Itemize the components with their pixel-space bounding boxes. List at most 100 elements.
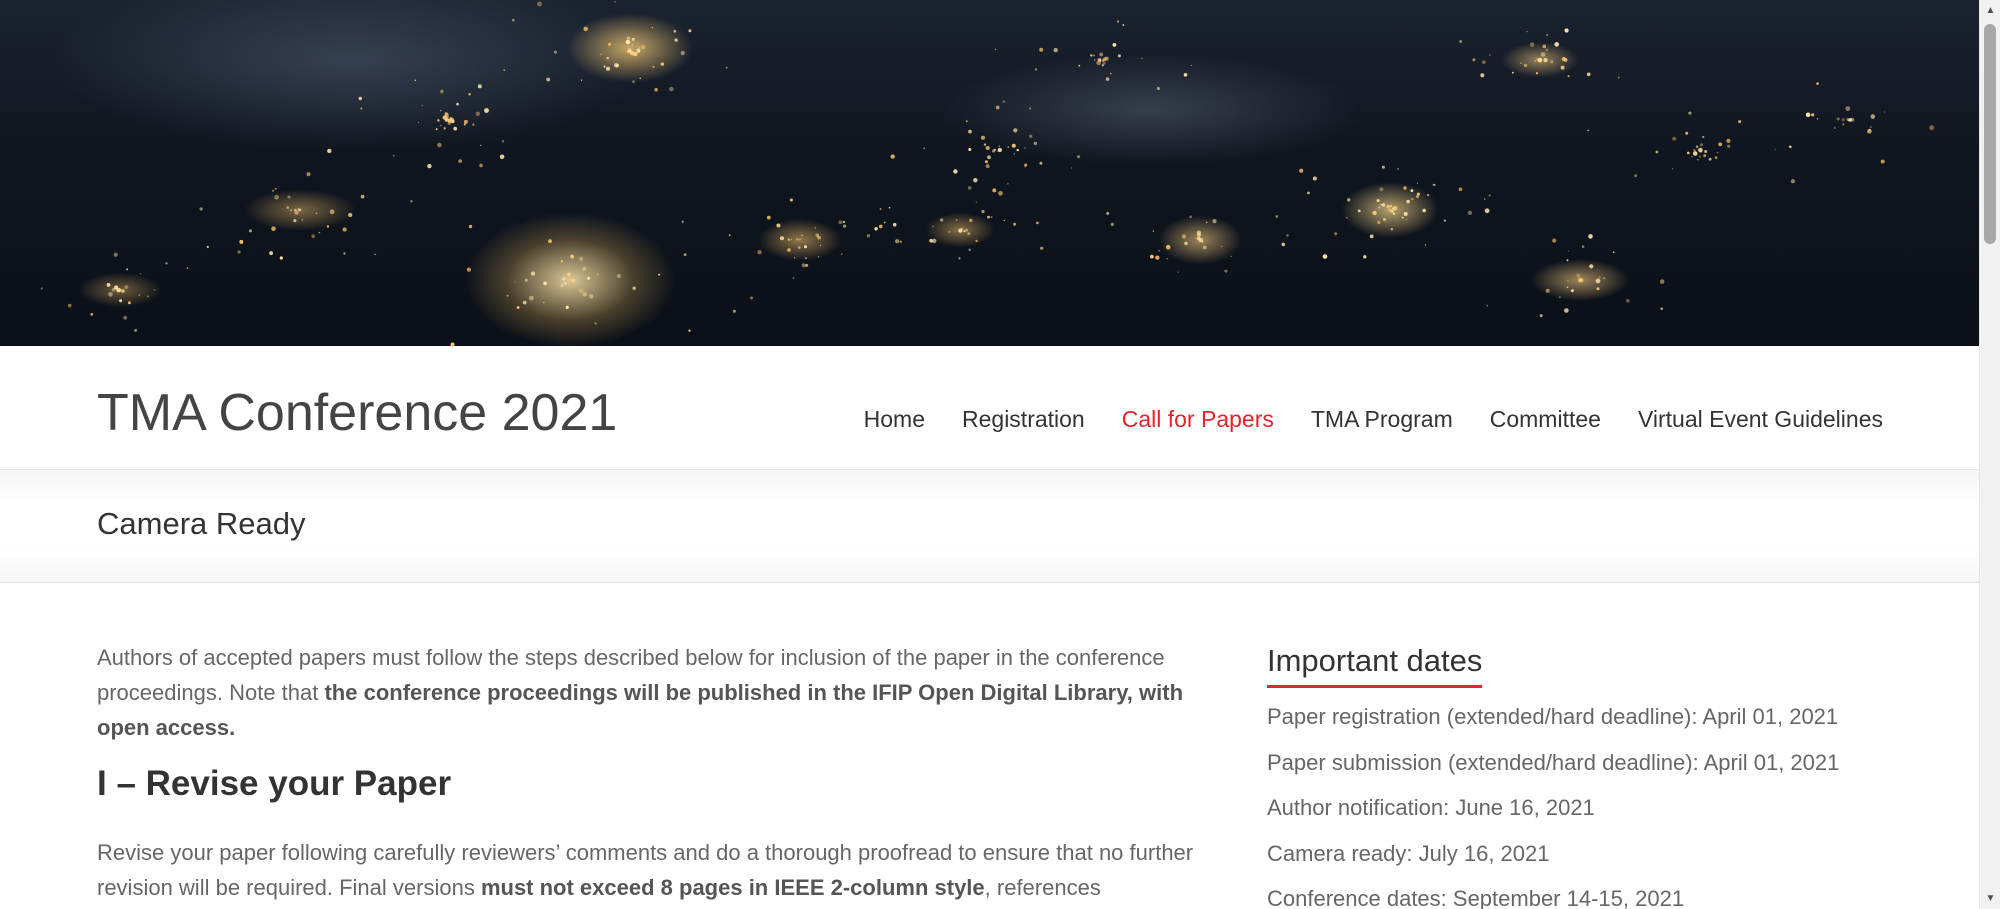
city-light-dot	[1212, 219, 1217, 224]
city-light-dot	[940, 218, 944, 222]
city-light-dot	[1789, 145, 1792, 149]
nav-link-call-for-papers[interactable]: Call for Papers	[1122, 406, 1274, 433]
city-light-dot	[997, 147, 1003, 153]
city-light-dot	[814, 227, 817, 229]
city-light-dot	[522, 300, 527, 305]
city-light-dot	[958, 257, 961, 260]
city-light-dot	[985, 145, 990, 151]
city-light-dot	[448, 118, 452, 122]
nav-item-virtual-event-guidelines: Virtual Event Guidelines	[1638, 406, 1883, 433]
city-light-dot	[1002, 100, 1006, 103]
city-light-dot	[1198, 237, 1203, 243]
city-light-dot	[1738, 120, 1742, 124]
city-light-dot	[613, 62, 619, 68]
city-light-dot	[1687, 151, 1690, 155]
city-light-dot	[1372, 210, 1377, 216]
city-light-dot	[673, 30, 677, 33]
city-light-dot	[286, 206, 290, 209]
city-light-dot	[725, 66, 728, 69]
nav-link-home[interactable]: Home	[864, 406, 925, 433]
important-dates-title: Important dates	[1267, 643, 1483, 688]
city-light-dot	[1016, 148, 1019, 152]
nav-link-tma-program[interactable]: TMA Program	[1311, 406, 1453, 433]
city-light-dot	[750, 296, 753, 300]
city-light-dot	[1013, 153, 1015, 155]
city-light-dot	[953, 169, 958, 174]
city-light-dot	[1550, 60, 1554, 64]
city-light-dot	[1110, 72, 1112, 75]
city-light-dot	[636, 48, 641, 53]
nav-link-committee[interactable]: Committee	[1490, 406, 1601, 433]
city-light-dot	[318, 231, 321, 234]
city-light-dot	[1727, 144, 1731, 148]
city-light-dot	[1472, 58, 1476, 62]
city-light-dot	[1564, 28, 1569, 33]
city-light-dot	[632, 286, 636, 290]
city-light-dot	[787, 248, 791, 252]
site-title[interactable]: TMA Conference 2021	[97, 382, 617, 444]
revise-bold-text: must not exceed 8 pages in IEEE 2-column…	[480, 875, 985, 900]
city-light-dot	[1458, 187, 1463, 192]
city-light-dot	[1383, 217, 1386, 221]
city-light-dot	[639, 77, 641, 80]
nav-item-committee: Committee	[1490, 406, 1601, 433]
city-light-dot	[1545, 288, 1550, 293]
city-light-dot	[271, 189, 275, 192]
city-light-dot	[792, 277, 795, 279]
city-light-dot	[1007, 146, 1010, 149]
city-light-dot	[1603, 277, 1606, 280]
city-light-dot	[1695, 145, 1699, 148]
city-light-dot	[1386, 204, 1391, 209]
city-light-dot	[570, 254, 574, 259]
intro-paragraph: Authors of accepted papers must follow t…	[97, 640, 1197, 745]
city-light-dot	[410, 200, 413, 203]
city-light-dot	[968, 148, 972, 151]
city-light-dot	[1410, 197, 1414, 201]
city-light-dot	[1567, 280, 1569, 282]
city-light-dot	[1322, 254, 1328, 259]
scroll-up-arrow-icon[interactable]: ▲	[1980, 0, 2000, 21]
city-light-dot	[968, 129, 972, 134]
city-light-dot	[1576, 273, 1581, 278]
city-light-dot	[119, 299, 123, 303]
hero-banner-image	[0, 0, 1979, 346]
city-light-dot	[1559, 296, 1561, 298]
city-light-dot	[358, 96, 362, 101]
city-light-dot	[1540, 52, 1546, 57]
scroll-down-arrow-icon[interactable]: ▼	[1980, 888, 2000, 909]
nav-link-registration[interactable]: Registration	[962, 406, 1085, 433]
city-light-dot	[608, 42, 611, 46]
city-light-dot	[631, 37, 635, 41]
city-light-dot	[766, 215, 771, 220]
city-light-dot	[546, 77, 551, 82]
city-light-dot	[680, 51, 685, 56]
city-light-dot	[638, 46, 640, 48]
city-light-dot	[589, 294, 594, 299]
city-light-dot	[804, 245, 807, 249]
city-light-dot	[819, 244, 822, 246]
city-light-dot	[1841, 118, 1845, 122]
nav-link-virtual-event-guidelines[interactable]: Virtual Event Guidelines	[1638, 406, 1883, 433]
city-light-dot	[287, 195, 291, 199]
city-light-dot	[274, 195, 279, 200]
city-light-dot	[1700, 148, 1702, 150]
city-light-dot	[1093, 54, 1095, 57]
city-light-dot	[1718, 142, 1722, 147]
city-light-dot	[1484, 198, 1486, 200]
city-light-dot	[1489, 54, 1491, 56]
scrollbar-thumb[interactable]	[1984, 24, 1996, 244]
city-light-dot	[1480, 73, 1485, 78]
city-light-dot	[548, 239, 552, 244]
city-light-dot	[1655, 150, 1659, 154]
city-light-dot	[1007, 182, 1009, 185]
city-light-dot	[683, 253, 687, 256]
city-light-dot	[626, 36, 631, 40]
city-light-dot	[1090, 54, 1093, 57]
city-light-dot	[1116, 20, 1120, 23]
city-light-dot	[965, 228, 969, 232]
city-light-dot	[1566, 259, 1569, 262]
city-light-dot	[1053, 47, 1058, 53]
city-lights-graphic	[40, 1, 1935, 346]
city-light-dot	[468, 93, 471, 96]
vertical-scrollbar[interactable]: ▲ ▼	[1979, 0, 2000, 909]
